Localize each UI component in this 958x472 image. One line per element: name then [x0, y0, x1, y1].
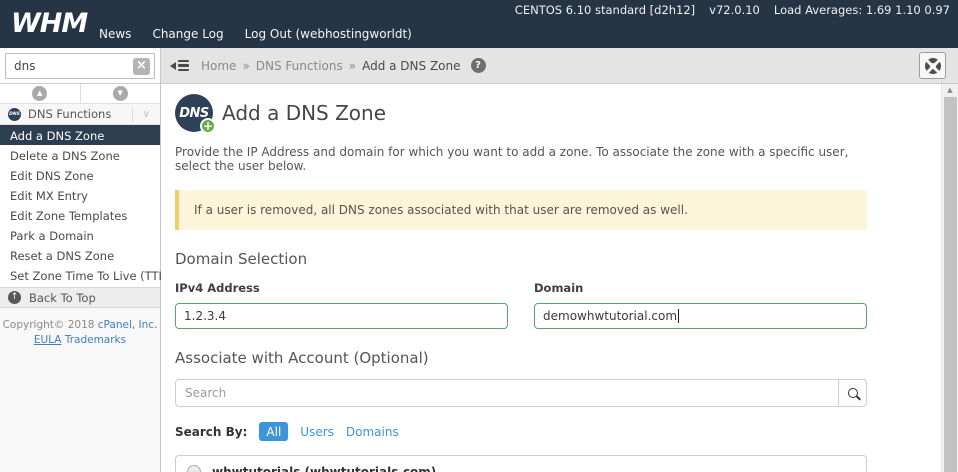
sidebar-item-reset-a-dns-zone[interactable]: Reset a DNS Zone	[0, 245, 160, 265]
top-bar: WHM News Change Log Log Out (webhostingw…	[0, 0, 958, 48]
whm-logo[interactable]: WHM	[11, 8, 87, 39]
top-nav: News Change Log Log Out (webhostingworld…	[99, 27, 412, 41]
sidebar-search-row: ×	[0, 48, 160, 84]
scrollbar-thumb[interactable]	[944, 97, 957, 472]
radio-icon[interactable]	[187, 465, 201, 472]
page-description: Provide the IP Address and domain for wh…	[175, 145, 867, 173]
breadcrumb-separator: »	[349, 59, 356, 73]
breadcrumb-home[interactable]: Home	[201, 59, 236, 73]
support-button[interactable]	[919, 52, 946, 79]
sidebar-item-edit-zone-templates[interactable]: Edit Zone Templates	[0, 205, 160, 225]
breadcrumb-bar: Home » DNS Functions » Add a DNS Zone ?	[161, 48, 958, 84]
sidebar-nav-arrows: ▲ ▼	[0, 84, 160, 104]
account-search-group	[175, 379, 867, 407]
sidebar-search-input[interactable]	[6, 54, 154, 78]
nav-change-log[interactable]: Change Log	[152, 27, 223, 41]
ipv4-label: IPv4 Address	[175, 281, 508, 295]
breadcrumb-dns-functions[interactable]: DNS Functions	[256, 59, 343, 73]
main-area: Home » DNS Functions » Add a DNS Zone ? …	[161, 48, 958, 472]
scroll-up-button[interactable]: ▲	[0, 84, 81, 103]
collapse-sidebar-icon[interactable]	[170, 60, 189, 72]
arrow-up-icon: ▲	[32, 86, 47, 101]
sidebar-item-delete-a-dns-zone[interactable]: Delete a DNS Zone	[0, 145, 160, 165]
account-option-label: whwtutorials (whwtutorials.com)	[212, 465, 436, 472]
load-averages: Load Averages: 1.69 1.10 0.97	[774, 3, 950, 17]
associate-heading: Associate with Account (Optional)	[175, 349, 867, 367]
filter-all[interactable]: All	[259, 422, 288, 441]
domain-input-value: demowhwtutorial.com	[543, 309, 677, 323]
nav-news[interactable]: News	[99, 27, 131, 41]
server-os: CENTOS 6.10 standard [d2h12]	[515, 3, 695, 17]
warning-text: If a user is removed, all DNS zones asso…	[194, 203, 688, 217]
life-ring-icon	[925, 58, 941, 74]
sidebar-item-add-a-dns-zone[interactable]: Add a DNS Zone	[0, 125, 160, 145]
sidebar-item-edit-mx-entry[interactable]: Edit MX Entry	[0, 185, 160, 205]
scroll-down-button[interactable]: ▼	[81, 84, 161, 103]
dns-zone-icon: DNS +	[175, 94, 213, 132]
domain-label: Domain	[534, 281, 867, 295]
breadcrumb: Home » DNS Functions » Add a DNS Zone ?	[201, 58, 907, 73]
arrow-up-circle-icon: ↑	[8, 291, 21, 304]
sidebar-section-dns-functions[interactable]: DNS DNS Functions ∨	[0, 104, 160, 125]
copyright: Copyright© 2018 cPanel, Inc. EULA Tradem…	[0, 308, 160, 472]
arrow-down-icon: ▼	[113, 86, 128, 101]
dns-globe-icon: DNS	[8, 108, 21, 121]
search-by-row: Search By: All Users Domains	[175, 422, 867, 441]
copyright-text: Copyright© 2018	[3, 319, 98, 331]
eula-link[interactable]: EULA	[34, 334, 62, 346]
domain-selection-form: IPv4 Address Domain demowhwtutorial.com	[175, 281, 867, 329]
trademarks-link[interactable]: Trademarks	[65, 334, 126, 346]
sidebar-menu: Add a DNS Zone Delete a DNS Zone Edit DN…	[0, 125, 160, 285]
account-list: whwtutorials (whwtutorials.com)	[175, 455, 867, 472]
clear-search-icon[interactable]: ×	[133, 58, 150, 75]
back-to-top-label: Back To Top	[29, 291, 96, 305]
nav-log-out[interactable]: Log Out (webhostingworldt)	[245, 27, 412, 41]
ipv4-field: IPv4 Address	[175, 281, 508, 329]
search-icon	[848, 388, 858, 398]
sidebar-item-edit-dns-zone[interactable]: Edit DNS Zone	[0, 165, 160, 185]
page-content: DNS + Add a DNS Zone Provide the IP Addr…	[161, 84, 958, 472]
domain-selection-heading: Domain Selection	[175, 250, 867, 268]
ipv4-address-input[interactable]	[175, 303, 508, 329]
whm-version: v72.0.10	[709, 3, 760, 17]
sidebar: × ▲ ▼ DNS DNS Functions ∨ Add a DNS Zone…	[0, 48, 161, 472]
filter-users[interactable]: Users	[300, 425, 334, 439]
plus-badge-icon: +	[200, 118, 216, 134]
warning-callout: If a user is removed, all DNS zones asso…	[175, 190, 867, 230]
account-search-input[interactable]	[175, 379, 838, 407]
section-label: DNS Functions	[28, 107, 125, 121]
help-icon[interactable]: ?	[471, 58, 486, 73]
search-button[interactable]	[838, 379, 867, 407]
whm-app: WHM News Change Log Log Out (webhostingw…	[0, 0, 958, 472]
cpanel-link[interactable]: cPanel, Inc.	[98, 319, 158, 331]
account-option[interactable]: whwtutorials (whwtutorials.com)	[176, 456, 866, 472]
domain-input[interactable]: demowhwtutorial.com	[534, 303, 867, 329]
filter-domains[interactable]: Domains	[346, 425, 399, 439]
server-info: CENTOS 6.10 standard [d2h12] v72.0.10 Lo…	[515, 3, 950, 17]
scrollbar[interactable]: ▲	[941, 84, 958, 472]
back-to-top-button[interactable]: ↑ Back To Top	[0, 287, 160, 308]
chevron-down-icon[interactable]: ∨	[132, 107, 152, 122]
sidebar-search-box: ×	[5, 53, 155, 79]
domain-field: Domain demowhwtutorial.com	[534, 281, 867, 329]
text-cursor	[678, 309, 679, 323]
sidebar-item-set-zone-ttl[interactable]: Set Zone Time To Live (TTL)	[0, 265, 160, 285]
page-title: Add a DNS Zone	[222, 101, 386, 125]
breadcrumb-separator: »	[242, 59, 249, 73]
search-by-label: Search By:	[175, 425, 247, 439]
sidebar-item-park-a-domain[interactable]: Park a Domain	[0, 225, 160, 245]
title-row: DNS + Add a DNS Zone	[175, 94, 867, 132]
scrollbar-up-icon[interactable]: ▲	[942, 84, 958, 97]
breadcrumb-current: Add a DNS Zone	[362, 59, 460, 73]
